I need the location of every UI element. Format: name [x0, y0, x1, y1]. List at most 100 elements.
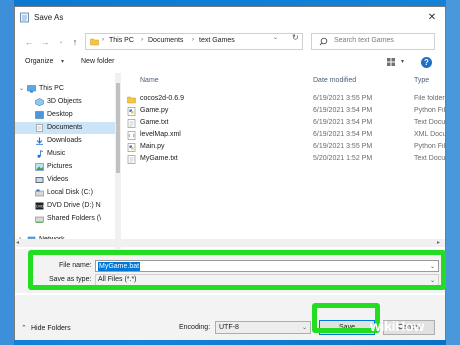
file-type: XML Document	[414, 131, 445, 138]
breadcrumb-this-pc[interactable]: This PC	[109, 37, 134, 44]
file-name: Game.txt	[140, 119, 169, 126]
search-placeholder: Search text Games	[334, 37, 394, 44]
scroll-left-icon[interactable]: ◂	[16, 239, 19, 246]
address-bar[interactable]: › This PC › Documents › text Games	[85, 33, 303, 50]
sidebar-item-shared-folders[interactable]: Shared Folders (\	[15, 213, 117, 225]
view-options-icon[interactable]	[386, 57, 396, 67]
search-icon	[319, 37, 328, 46]
table-row[interactable]: Game.py 6/19/2021 3:54 PM Python File	[123, 106, 445, 117]
organize-dropdown-icon[interactable]: ▾	[61, 58, 64, 65]
sidebar-item-label: Shared Folders (\	[47, 215, 102, 222]
address-dropdown-icon[interactable]: ⌄	[273, 34, 278, 41]
back-arrow-icon[interactable]: ←	[23, 35, 35, 49]
download-icon	[36, 137, 43, 145]
sidebar-item-label: DVD Drive (D:) N	[47, 202, 101, 209]
navigation-scrollbar-thumb[interactable]	[116, 83, 120, 173]
xml-file-icon	[127, 131, 136, 140]
table-row[interactable]: Main.py 6/19/2021 3:55 PM Python File	[123, 142, 445, 153]
title-bar[interactable]: Save As ✕	[15, 7, 445, 29]
scroll-right-icon[interactable]: ▸	[437, 239, 440, 246]
file-date: 6/19/2021 3:55 PM	[313, 143, 373, 150]
sidebar-item-dvd-drive[interactable]: DVD DVD Drive (D:) N	[15, 200, 117, 212]
command-bar: Organize ▾ New folder ▾ ?	[15, 54, 445, 72]
column-header-date-modified[interactable]: Date modified	[313, 77, 356, 84]
new-folder-button[interactable]: New folder	[81, 58, 114, 65]
sidebar-item-label: Music	[47, 150, 66, 157]
python-file-icon	[127, 143, 136, 152]
desktop-background-left	[0, 0, 14, 345]
shared-folder-icon	[35, 216, 44, 223]
dialog-title: Save As	[34, 13, 64, 22]
table-row[interactable]: Game.txt 6/19/2021 3:54 PM Text Document	[123, 118, 445, 129]
encoding-label: Encoding:	[179, 324, 211, 331]
breadcrumb-separator-icon: ›	[141, 37, 143, 43]
videos-icon	[35, 177, 44, 183]
notepad-icon	[20, 12, 29, 23]
sidebar-item-3d-objects[interactable]: 3D Objects	[15, 96, 117, 108]
fields-highlight	[28, 250, 446, 290]
sidebar-item-downloads[interactable]: Downloads	[15, 135, 117, 147]
table-row[interactable]: MyGame.txt 5/20/2021 1:52 PM Text Docume…	[123, 154, 445, 165]
refresh-icon[interactable]: ↻	[292, 33, 299, 42]
sidebar-item-music[interactable]: Music	[15, 148, 117, 160]
file-name: MyGame.txt	[140, 155, 178, 162]
file-list: Name Date modified Type cocos2d-0.6.9 6/…	[123, 73, 445, 261]
table-row[interactable]: cocos2d-0.6.9 6/19/2021 3:55 PM File fol…	[123, 94, 445, 105]
forward-arrow-icon[interactable]: →	[39, 35, 51, 49]
file-date: 6/19/2021 3:55 PM	[313, 95, 373, 102]
dvd-drive-icon: DVD	[35, 202, 44, 210]
computer-icon	[27, 85, 36, 93]
sidebar-item-desktop[interactable]: Desktop	[15, 109, 117, 121]
encoding-dropdown-icon[interactable]: ⌄	[302, 324, 307, 331]
sidebar-item-pictures[interactable]: Pictures	[15, 161, 117, 173]
sidebar-item-documents[interactable]: Documents	[15, 122, 117, 134]
file-name: levelMap.xml	[140, 131, 181, 138]
address-row: ← → ⌄ ↑ › This PC › Documents › text Gam…	[15, 31, 445, 53]
breadcrumb-text-games[interactable]: text Games	[199, 37, 235, 44]
breadcrumb-separator-icon: ›	[192, 37, 194, 43]
file-type: File folder	[414, 95, 445, 102]
file-type: Text Document	[414, 155, 445, 162]
navigation-pane: ⌄ This PC 3D Objects Desktop Documents D…	[15, 73, 121, 261]
chevron-up-icon[interactable]: ⌃	[21, 324, 27, 332]
expand-chevron-icon[interactable]: ⌄	[19, 85, 24, 92]
hide-folders-button[interactable]: Hide Folders	[31, 325, 71, 332]
breadcrumb-documents[interactable]: Documents	[148, 37, 183, 44]
breadcrumb-separator-icon: ›	[102, 37, 104, 43]
sidebar-item-label: Pictures	[47, 163, 73, 170]
close-button[interactable]: ✕	[423, 10, 441, 26]
sidebar-item-label: 3D Objects	[47, 98, 82, 105]
column-header-name[interactable]: Name	[140, 77, 159, 84]
file-date: 6/19/2021 3:54 PM	[313, 119, 373, 126]
search-input[interactable]: Search text Games	[311, 33, 435, 50]
sidebar-item-local-disk[interactable]: Local Disk (C:)	[15, 187, 117, 199]
text-file-icon	[127, 119, 136, 128]
documents-icon	[36, 124, 43, 132]
view-dropdown-icon[interactable]: ▾	[401, 58, 404, 65]
column-header-type[interactable]: Type	[414, 77, 429, 84]
file-name: cocos2d-0.6.9	[140, 95, 184, 102]
sidebar-item-videos[interactable]: Videos	[15, 174, 117, 186]
file-type: Text Document	[414, 119, 445, 126]
text-file-icon	[127, 155, 136, 164]
sidebar-item-label: This PC	[39, 85, 64, 92]
sidebar-item-label: Videos	[47, 176, 69, 183]
sidebar-item-label: Downloads	[47, 137, 82, 144]
file-name: Game.py	[140, 107, 169, 114]
table-row[interactable]: levelMap.xml 6/19/2021 3:54 PM XML Docum…	[123, 130, 445, 141]
encoding-select[interactable]: UTF-8 ⌄	[215, 321, 311, 334]
help-icon[interactable]: ?	[421, 57, 432, 68]
sidebar-item-this-pc[interactable]: ⌄ This PC	[15, 83, 117, 95]
file-name: Main.py	[140, 143, 165, 150]
drive-icon	[35, 189, 44, 197]
file-type: Python File	[414, 107, 445, 114]
up-arrow-icon[interactable]: ↑	[69, 35, 81, 49]
folder-icon	[90, 38, 99, 46]
3d-objects-icon	[35, 98, 44, 106]
organize-button[interactable]: Organize	[25, 58, 53, 65]
horizontal-scrollbar[interactable]: ◂ ▸	[15, 239, 445, 247]
folder-icon	[127, 96, 136, 104]
encoding-value: UTF-8	[219, 324, 239, 331]
recent-locations-chevron-icon[interactable]: ⌄	[55, 35, 67, 49]
music-icon	[37, 150, 44, 158]
